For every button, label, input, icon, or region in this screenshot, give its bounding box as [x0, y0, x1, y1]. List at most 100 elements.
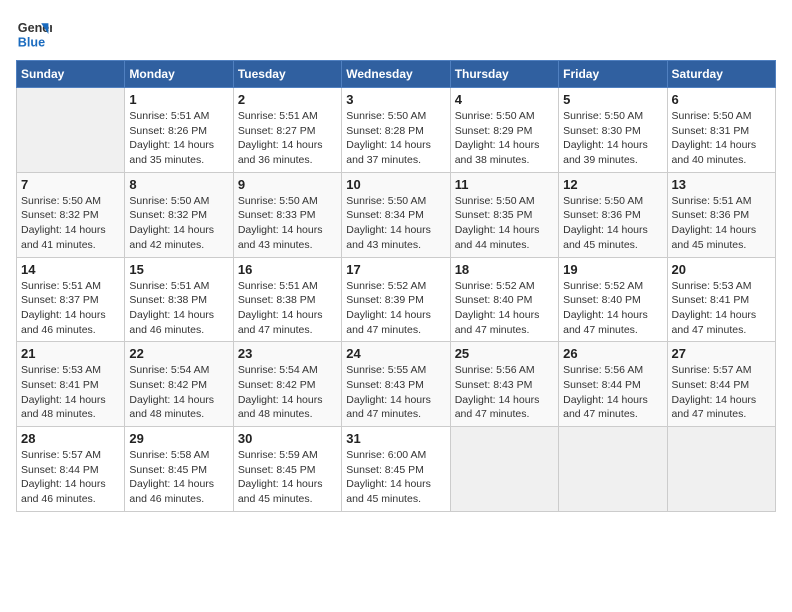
page-header: General Blue: [16, 16, 776, 52]
calendar-cell: 25Sunrise: 5:56 AM Sunset: 8:43 PM Dayli…: [450, 342, 558, 427]
day-number: 2: [238, 92, 337, 107]
day-number: 24: [346, 346, 445, 361]
day-info: Sunrise: 5:50 AM Sunset: 8:32 PM Dayligh…: [21, 194, 120, 253]
calendar-cell: [559, 427, 667, 512]
day-number: 8: [129, 177, 228, 192]
day-info: Sunrise: 5:50 AM Sunset: 8:29 PM Dayligh…: [455, 109, 554, 168]
calendar-cell: 9Sunrise: 5:50 AM Sunset: 8:33 PM Daylig…: [233, 172, 341, 257]
day-number: 11: [455, 177, 554, 192]
day-info: Sunrise: 5:51 AM Sunset: 8:27 PM Dayligh…: [238, 109, 337, 168]
day-info: Sunrise: 5:54 AM Sunset: 8:42 PM Dayligh…: [238, 363, 337, 422]
day-info: Sunrise: 5:59 AM Sunset: 8:45 PM Dayligh…: [238, 448, 337, 507]
day-number: 4: [455, 92, 554, 107]
day-info: Sunrise: 5:51 AM Sunset: 8:38 PM Dayligh…: [238, 279, 337, 338]
day-info: Sunrise: 5:52 AM Sunset: 8:40 PM Dayligh…: [455, 279, 554, 338]
day-info: Sunrise: 5:56 AM Sunset: 8:44 PM Dayligh…: [563, 363, 662, 422]
day-info: Sunrise: 5:50 AM Sunset: 8:32 PM Dayligh…: [129, 194, 228, 253]
day-header-friday: Friday: [559, 61, 667, 88]
day-number: 25: [455, 346, 554, 361]
day-info: Sunrise: 5:50 AM Sunset: 8:36 PM Dayligh…: [563, 194, 662, 253]
day-number: 1: [129, 92, 228, 107]
day-header-thursday: Thursday: [450, 61, 558, 88]
day-info: Sunrise: 5:57 AM Sunset: 8:44 PM Dayligh…: [672, 363, 771, 422]
calendar-cell: 21Sunrise: 5:53 AM Sunset: 8:41 PM Dayli…: [17, 342, 125, 427]
calendar-cell: 15 Sunrise: 5:51 AM Sunset: 8:38 PM Dayli…: [125, 257, 233, 342]
day-number: 13: [672, 177, 771, 192]
day-info: Sunrise: 5:52 AM Sunset: 8:40 PM Dayligh…: [563, 279, 662, 338]
calendar-cell: 2 Sunrise: 5:51 AM Sunset: 8:27 PM Daylig…: [233, 88, 341, 173]
calendar-cell: 1 Sunrise: 5:51 AM Sunset: 8:26 PM Daylig…: [125, 88, 233, 173]
week-row-3: 14Sunrise: 5:51 AM Sunset: 8:37 PM Dayli…: [17, 257, 776, 342]
calendar-cell: 29 Sunrise: 5:58 AM Sunset: 8:45 PM Dayli…: [125, 427, 233, 512]
week-row-4: 21Sunrise: 5:53 AM Sunset: 8:41 PM Dayli…: [17, 342, 776, 427]
day-number: 27: [672, 346, 771, 361]
week-row-2: 7 Sunrise: 5:50 AM Sunset: 8:32 PM Daylig…: [17, 172, 776, 257]
calendar-cell: 11 Sunrise: 5:50 AM Sunset: 8:35 PM Dayli…: [450, 172, 558, 257]
day-number: 16: [238, 262, 337, 277]
calendar-header: SundayMondayTuesdayWednesdayThursdayFrid…: [17, 61, 776, 88]
day-info: Sunrise: 5:50 AM Sunset: 8:30 PM Dayligh…: [563, 109, 662, 168]
calendar-body: 1 Sunrise: 5:51 AM Sunset: 8:26 PM Daylig…: [17, 88, 776, 512]
calendar-cell: 19 Sunrise: 5:52 AM Sunset: 8:40 PM Dayli…: [559, 257, 667, 342]
calendar-cell: 28Sunrise: 5:57 AM Sunset: 8:44 PM Dayli…: [17, 427, 125, 512]
day-number: 10: [346, 177, 445, 192]
day-info: Sunrise: 5:51 AM Sunset: 8:26 PM Dayligh…: [129, 109, 228, 168]
calendar-cell: 17 Sunrise: 5:52 AM Sunset: 8:39 PM Dayli…: [342, 257, 450, 342]
day-number: 14: [21, 262, 120, 277]
day-info: Sunrise: 5:50 AM Sunset: 8:33 PM Dayligh…: [238, 194, 337, 253]
day-info: Sunrise: 5:51 AM Sunset: 8:38 PM Dayligh…: [129, 279, 228, 338]
calendar-cell: 6Sunrise: 5:50 AM Sunset: 8:31 PM Daylig…: [667, 88, 775, 173]
day-info: Sunrise: 5:50 AM Sunset: 8:34 PM Dayligh…: [346, 194, 445, 253]
day-number: 6: [672, 92, 771, 107]
day-header-monday: Monday: [125, 61, 233, 88]
day-number: 15: [129, 262, 228, 277]
day-info: Sunrise: 5:53 AM Sunset: 8:41 PM Dayligh…: [672, 279, 771, 338]
calendar-cell: 4 Sunrise: 5:50 AM Sunset: 8:29 PM Daylig…: [450, 88, 558, 173]
calendar-cell: 22Sunrise: 5:54 AM Sunset: 8:42 PM Dayli…: [125, 342, 233, 427]
day-info: Sunrise: 5:50 AM Sunset: 8:28 PM Dayligh…: [346, 109, 445, 168]
day-number: 31: [346, 431, 445, 446]
day-number: 29: [129, 431, 228, 446]
day-number: 22: [129, 346, 228, 361]
calendar-cell: 31 Sunrise: 6:00 AM Sunset: 8:45 PM Dayli…: [342, 427, 450, 512]
calendar-cell: 23 Sunrise: 5:54 AM Sunset: 8:42 PM Dayli…: [233, 342, 341, 427]
week-row-5: 28Sunrise: 5:57 AM Sunset: 8:44 PM Dayli…: [17, 427, 776, 512]
day-header-sunday: Sunday: [17, 61, 125, 88]
calendar-cell: 18 Sunrise: 5:52 AM Sunset: 8:40 PM Dayli…: [450, 257, 558, 342]
day-header-tuesday: Tuesday: [233, 61, 341, 88]
day-info: Sunrise: 5:52 AM Sunset: 8:39 PM Dayligh…: [346, 279, 445, 338]
day-info: Sunrise: 5:51 AM Sunset: 8:36 PM Dayligh…: [672, 194, 771, 253]
day-number: 18: [455, 262, 554, 277]
day-header-saturday: Saturday: [667, 61, 775, 88]
day-number: 19: [563, 262, 662, 277]
day-info: Sunrise: 5:50 AM Sunset: 8:35 PM Dayligh…: [455, 194, 554, 253]
calendar-cell: 24 Sunrise: 5:55 AM Sunset: 8:43 PM Dayli…: [342, 342, 450, 427]
day-number: 17: [346, 262, 445, 277]
calendar-cell: 7 Sunrise: 5:50 AM Sunset: 8:32 PM Daylig…: [17, 172, 125, 257]
calendar-table: SundayMondayTuesdayWednesdayThursdayFrid…: [16, 60, 776, 512]
day-number: 3: [346, 92, 445, 107]
day-info: Sunrise: 6:00 AM Sunset: 8:45 PM Dayligh…: [346, 448, 445, 507]
day-number: 5: [563, 92, 662, 107]
day-number: 7: [21, 177, 120, 192]
logo: General Blue: [16, 16, 52, 52]
calendar-cell: 27 Sunrise: 5:57 AM Sunset: 8:44 PM Dayli…: [667, 342, 775, 427]
calendar-cell: 26Sunrise: 5:56 AM Sunset: 8:44 PM Dayli…: [559, 342, 667, 427]
logo-icon: General Blue: [16, 16, 52, 52]
day-number: 30: [238, 431, 337, 446]
calendar-cell: 12Sunrise: 5:50 AM Sunset: 8:36 PM Dayli…: [559, 172, 667, 257]
calendar-cell: 14Sunrise: 5:51 AM Sunset: 8:37 PM Dayli…: [17, 257, 125, 342]
calendar-cell: 8 Sunrise: 5:50 AM Sunset: 8:32 PM Daylig…: [125, 172, 233, 257]
day-info: Sunrise: 5:55 AM Sunset: 8:43 PM Dayligh…: [346, 363, 445, 422]
svg-text:Blue: Blue: [18, 36, 45, 50]
calendar-cell: 16 Sunrise: 5:51 AM Sunset: 8:38 PM Dayli…: [233, 257, 341, 342]
calendar-cell: 10 Sunrise: 5:50 AM Sunset: 8:34 PM Dayli…: [342, 172, 450, 257]
calendar-cell: 20Sunrise: 5:53 AM Sunset: 8:41 PM Dayli…: [667, 257, 775, 342]
day-info: Sunrise: 5:58 AM Sunset: 8:45 PM Dayligh…: [129, 448, 228, 507]
calendar-cell: 13 Sunrise: 5:51 AM Sunset: 8:36 PM Dayli…: [667, 172, 775, 257]
day-info: Sunrise: 5:57 AM Sunset: 8:44 PM Dayligh…: [21, 448, 120, 507]
day-header-wednesday: Wednesday: [342, 61, 450, 88]
day-number: 23: [238, 346, 337, 361]
calendar-cell: [17, 88, 125, 173]
week-row-1: 1 Sunrise: 5:51 AM Sunset: 8:26 PM Daylig…: [17, 88, 776, 173]
